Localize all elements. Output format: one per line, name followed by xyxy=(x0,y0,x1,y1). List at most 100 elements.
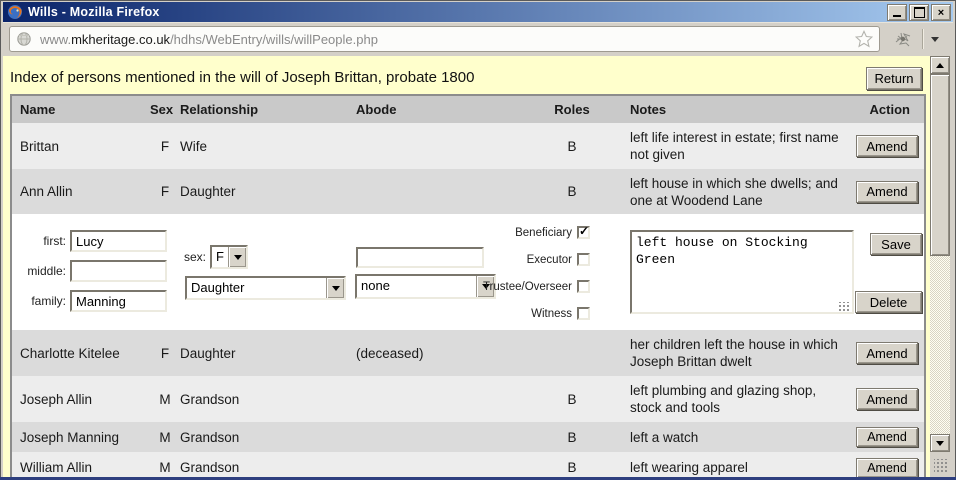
cell-name: Ann Allin xyxy=(20,184,150,199)
amend-button[interactable]: Amend xyxy=(856,388,918,410)
resize-dots-icon xyxy=(934,459,948,473)
vertical-scrollbar[interactable] xyxy=(930,56,950,452)
cell-name: Joseph Manning xyxy=(20,430,150,445)
sex-label: sex: xyxy=(148,250,206,264)
table-header-row: Name Sex Relationship Abode Roles Notes … xyxy=(12,96,924,123)
cell-notes: left house in which she dwells; and one … xyxy=(622,171,854,213)
url-prefix: www. xyxy=(40,32,71,47)
globe-icon xyxy=(16,31,32,47)
cell-name: Brittan xyxy=(20,139,150,154)
scrollbar-thumb[interactable] xyxy=(930,74,950,256)
amend-button[interactable]: Amend xyxy=(856,135,918,157)
scroll-up-button[interactable] xyxy=(930,56,950,74)
first-name-input[interactable] xyxy=(70,230,167,252)
table-row: Joseph Manning M Grandson B left a watch… xyxy=(12,422,924,452)
trustee-overseer-label: Trustee/Overseer xyxy=(442,281,572,293)
col-header-notes: Notes xyxy=(622,97,854,122)
persons-table: Name Sex Relationship Abode Roles Notes … xyxy=(10,94,926,477)
cell-relationship: Wife xyxy=(180,139,346,154)
page-header: Index of persons mentioned in the will o… xyxy=(3,56,930,94)
url-path: /hdhs/WebEntry/wills/willPeople.php xyxy=(170,32,378,47)
minimize-button[interactable] xyxy=(887,4,907,21)
cell-sex: M xyxy=(150,430,180,445)
page-content: Index of persons mentioned in the will o… xyxy=(3,56,930,477)
firefox-icon xyxy=(7,4,23,20)
table-row: William Allin M Grandson B left wearing … xyxy=(12,452,924,477)
window-title: Wills - Mozilla Firefox xyxy=(28,5,160,19)
cell-name: Joseph Allin xyxy=(20,392,150,407)
cell-name: Charlotte Kitelee xyxy=(20,346,150,361)
toolbar-separator xyxy=(922,29,923,49)
relationship-select[interactable]: Daughter xyxy=(185,276,346,300)
relationship-select-arrow xyxy=(326,278,344,298)
window-resize-grip[interactable] xyxy=(930,453,950,477)
url-domain: mkheritage.co.uk xyxy=(71,32,170,47)
delete-button[interactable]: Delete xyxy=(855,291,922,313)
witness-checkbox[interactable] xyxy=(577,307,590,320)
chevron-down-icon xyxy=(234,255,242,260)
cell-relationship: Grandson xyxy=(180,430,346,445)
relationship-select-value: Daughter xyxy=(187,278,326,298)
cell-relationship: Daughter xyxy=(180,184,346,199)
amend-button[interactable]: Amend xyxy=(856,181,918,203)
table-row: Charlotte Kitelee F Daughter (deceased) … xyxy=(12,330,924,376)
beneficiary-label: Beneficiary xyxy=(442,227,572,239)
cell-sex: F xyxy=(150,184,180,199)
cell-abode: (deceased) xyxy=(346,346,522,361)
scroll-down-button[interactable] xyxy=(930,434,950,452)
beneficiary-checkbox[interactable] xyxy=(577,226,590,239)
url-text[interactable]: www.mkheritage.co.uk/hdhs/WebEntry/wills… xyxy=(40,32,855,47)
table-row: Ann Allin F Daughter B left house in whi… xyxy=(12,169,924,214)
col-header-roles: Roles xyxy=(522,102,622,117)
maximize-button[interactable] xyxy=(909,4,929,21)
cell-notes: left a watch xyxy=(622,425,854,450)
edit-person-form-row: first: middle: family: sex: F Daughter n… xyxy=(12,214,924,330)
cell-sex: F xyxy=(150,346,180,361)
cell-sex: M xyxy=(150,392,180,407)
cell-sex: M xyxy=(150,460,180,475)
cell-name: William Allin xyxy=(20,460,150,475)
maximize-icon xyxy=(914,7,925,18)
cell-roles: B xyxy=(522,392,622,407)
notes-textarea[interactable]: left house on Stocking Green xyxy=(630,230,854,314)
cell-notes: left plumbing and glazing shop, stock an… xyxy=(622,378,854,420)
cell-roles: B xyxy=(522,139,622,154)
sex-select[interactable]: F xyxy=(210,245,248,269)
save-button[interactable]: Save xyxy=(870,233,922,255)
trustee-overseer-checkbox[interactable] xyxy=(577,280,590,293)
cell-roles: B xyxy=(522,460,622,475)
executor-checkbox[interactable] xyxy=(577,253,590,266)
table-row: Joseph Allin M Grandson B left plumbing … xyxy=(12,376,924,422)
col-header-name: Name xyxy=(20,102,150,117)
col-header-abode: Abode xyxy=(346,102,522,117)
cell-roles: B xyxy=(522,184,622,199)
family-name-input[interactable] xyxy=(70,290,167,312)
col-header-relationship: Relationship xyxy=(180,102,346,117)
cell-notes: left life interest in estate; first name… xyxy=(622,125,854,167)
amend-button[interactable]: Amend xyxy=(856,427,918,447)
textarea-resize-grip[interactable] xyxy=(838,302,850,312)
close-button[interactable]: × xyxy=(931,4,951,21)
family-name-label: family: xyxy=(6,294,66,308)
amend-button[interactable]: Amend xyxy=(856,342,918,364)
navigation-toolbar: www.mkheritage.co.uk/hdhs/WebEntry/wills… xyxy=(3,22,953,56)
cell-relationship: Daughter xyxy=(180,346,346,361)
close-icon: × xyxy=(938,7,944,19)
first-name-label: first: xyxy=(6,234,66,248)
executor-label: Executor xyxy=(442,254,572,266)
minimize-icon xyxy=(893,15,901,17)
url-bar[interactable]: www.mkheritage.co.uk/hdhs/WebEntry/wills… xyxy=(9,26,880,52)
sex-select-arrow xyxy=(228,247,246,267)
return-button[interactable]: Return xyxy=(866,67,922,90)
bookmark-star-icon[interactable] xyxy=(855,30,873,48)
browser-window: Wills - Mozilla Firefox × www.mkheritage… xyxy=(0,0,956,480)
site-splat-icon[interactable] xyxy=(892,28,914,50)
cell-sex: F xyxy=(150,139,180,154)
col-header-sex: Sex xyxy=(150,102,180,117)
amend-button[interactable]: Amend xyxy=(856,458,918,478)
page-title: Index of persons mentioned in the will o… xyxy=(10,69,474,86)
sex-select-value: F xyxy=(212,247,228,267)
middle-name-label: middle: xyxy=(6,264,66,278)
col-header-action: Action xyxy=(854,102,924,117)
chevron-down-icon[interactable] xyxy=(931,37,939,42)
